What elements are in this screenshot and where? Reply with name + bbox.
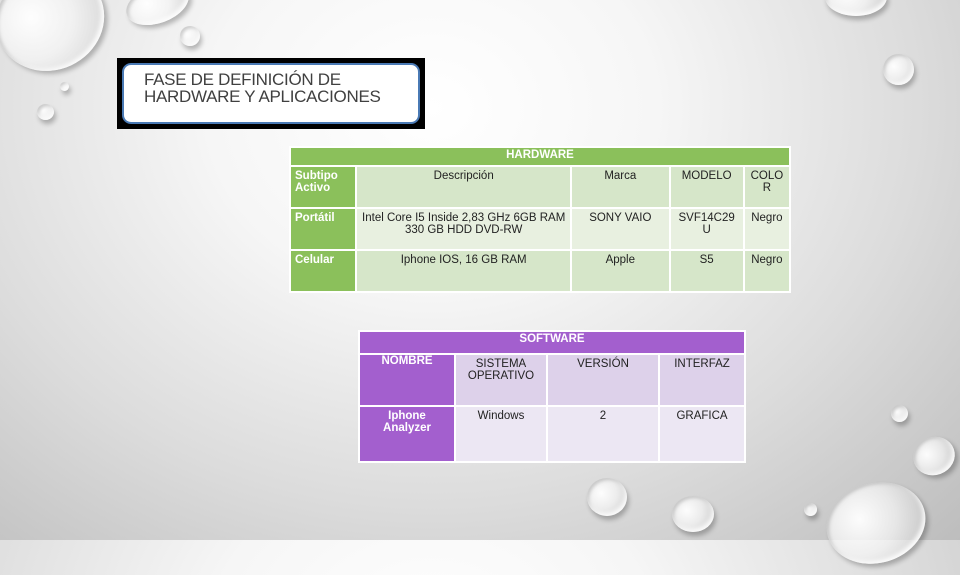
software-table: SOFTWARE NOMBRE SISTEMA OPERATIVO VERSIÓ… (358, 330, 746, 463)
water-drop-decoration (817, 471, 935, 575)
table-header-row: NOMBRE SISTEMA OPERATIVO VERSIÓN INTERFA… (360, 355, 744, 405)
row-header: Portátil (291, 209, 356, 249)
table-cell: 2 (548, 407, 658, 461)
hardware-caption: HARDWARE (291, 148, 789, 165)
title-box: FASE DE DEFINICIÓN DE HARDWARE Y APLICAC… (117, 58, 425, 129)
hardware-table: HARDWARE Subtipo Activo Descripción Marc… (289, 146, 791, 293)
water-drop-decoration (180, 26, 200, 46)
column-header: INTERFAZ (660, 355, 744, 405)
water-drop-decoration (672, 496, 714, 532)
column-header: SISTEMA OPERATIVO (456, 355, 546, 405)
table-cell: Apple (572, 251, 669, 291)
column-header: Descripción (357, 167, 571, 207)
water-drop-decoration (37, 104, 54, 120)
table-cell: SVF14C29U (670, 209, 743, 249)
table-cell: GRAFICA (660, 407, 744, 461)
row-header: Iphone Analyzer (360, 407, 454, 461)
software-caption: SOFTWARE (360, 332, 744, 353)
column-header: VERSIÓN (548, 355, 658, 405)
column-header: Subtipo Activo (291, 167, 356, 207)
table-cell: Negro (744, 251, 789, 291)
title-line-1: FASE DE DEFINICIÓN DE (144, 70, 341, 89)
water-drop-decoration (804, 503, 817, 516)
water-drop-decoration (60, 82, 69, 91)
water-drop-decoration (891, 405, 908, 422)
column-header: COLOR (744, 167, 789, 207)
title-line-2: HARDWARE Y APLICACIONES (144, 87, 381, 106)
water-drop-decoration (883, 54, 914, 85)
water-drop-decoration (587, 478, 627, 516)
column-header: MODELO (670, 167, 743, 207)
table-row: Celular Iphone IOS, 16 GB RAM Apple S5 N… (291, 251, 789, 291)
water-drop-decoration (825, 0, 887, 16)
table-cell: S5 (670, 251, 743, 291)
row-header: Celular (291, 251, 356, 291)
table-header-row: Subtipo Activo Descripción Marca MODELO … (291, 167, 789, 207)
column-header: Marca (572, 167, 669, 207)
water-drop-decoration (0, 0, 121, 89)
table-cell: Intel Core I5 Inside 2,83 GHz 6GB RAM 33… (357, 209, 571, 249)
water-drop-decoration (907, 430, 960, 482)
table-cell: Windows (456, 407, 546, 461)
table-row: Portátil Intel Core I5 Inside 2,83 GHz 6… (291, 209, 789, 249)
table-row: Iphone Analyzer Windows 2 GRAFICA (360, 407, 744, 461)
column-header: NOMBRE (360, 355, 454, 405)
table-cell: Negro (744, 209, 789, 249)
title-inner: FASE DE DEFINICIÓN DE HARDWARE Y APLICAC… (122, 63, 420, 124)
table-cell: SONY VAIO (572, 209, 669, 249)
table-cell: Iphone IOS, 16 GB RAM (357, 251, 571, 291)
